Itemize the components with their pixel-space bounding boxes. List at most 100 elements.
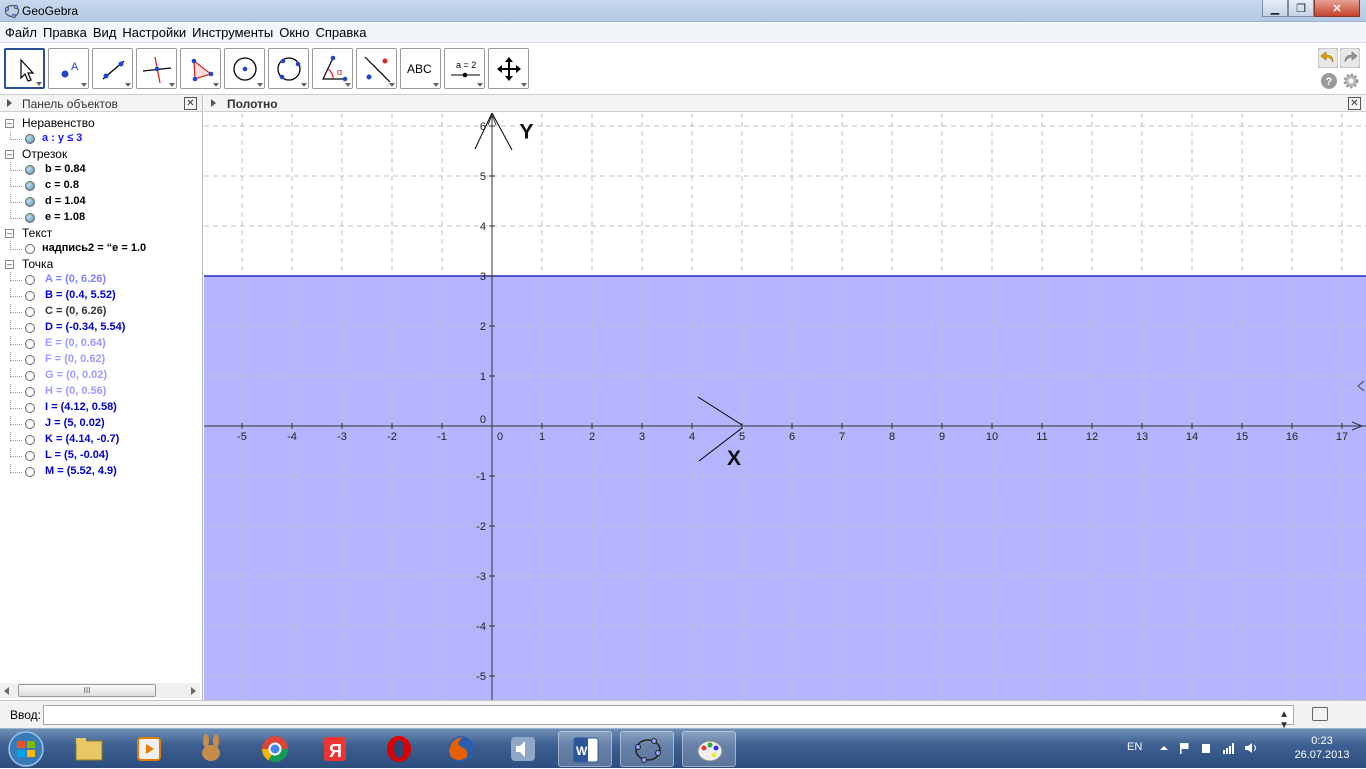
algebra-item[interactable]: B = (0.4, 5.52) [0, 288, 200, 304]
algebra-item[interactable]: L = (5, -0.04) [0, 448, 200, 464]
visibility-toggle-icon[interactable] [25, 165, 35, 175]
menu-view[interactable]: Вид [90, 25, 120, 40]
algebra-item[interactable]: C = (0, 6.26) [0, 304, 200, 320]
visibility-toggle-icon[interactable] [25, 387, 35, 397]
taskbar-rabbit-app[interactable] [184, 731, 238, 767]
volume-icon[interactable] [1244, 742, 1256, 754]
algebra-item[interactable]: d = 1.04 [0, 194, 200, 210]
taskbar-media-player[interactable] [122, 731, 176, 767]
algebra-item[interactable]: a : y ≤ 3 [0, 131, 200, 147]
algebra-item[interactable]: J = (5, 0.02) [0, 416, 200, 432]
show-hidden-icons-icon[interactable] [1158, 742, 1170, 754]
algebra-item[interactable]: b = 0.84 [0, 162, 200, 178]
taskbar-chrome[interactable] [248, 731, 302, 767]
visibility-toggle-icon[interactable] [25, 213, 35, 223]
algebra-item[interactable]: I = (4.12, 0.58) [0, 400, 200, 416]
taskbar-paint[interactable] [682, 731, 736, 767]
taskbar-firefox[interactable] [434, 731, 488, 767]
reflect-tool-button[interactable] [356, 48, 397, 89]
slider-tool-button[interactable]: a = 2 [444, 48, 485, 89]
collapse-arrow-icon[interactable] [7, 99, 12, 107]
algebra-item[interactable]: M = (5.52, 4.9) [0, 464, 200, 480]
visibility-toggle-icon[interactable] [25, 371, 35, 381]
visibility-toggle-icon[interactable] [25, 197, 35, 207]
category-header[interactable]: – Текст [0, 225, 200, 241]
algebra-item[interactable]: A = (0, 6.26) [0, 272, 200, 288]
move-view-tool-button[interactable] [488, 48, 529, 89]
visibility-toggle-icon[interactable] [25, 275, 35, 285]
graphics-canvas[interactable]: -5 -4 -3 -2 -1 0 1 2 3 4 5 6 7 8 9 10 11 12 13 14 15 16 176543… [204, 113, 1366, 700]
network-signal-icon[interactable] [1222, 742, 1234, 754]
taskbar-volume-app[interactable] [496, 731, 550, 767]
scroll-left-icon[interactable] [4, 687, 9, 695]
clock[interactable]: 0:23 26.07.2013 [1292, 735, 1352, 761]
undo-icon[interactable] [1318, 48, 1338, 68]
action-center-flag-icon[interactable] [1178, 742, 1190, 754]
algebra-item[interactable]: D = (-0.34, 5.54) [0, 320, 200, 336]
maximize-button[interactable]: ❐ [1288, 0, 1314, 17]
visibility-toggle-icon[interactable] [25, 467, 35, 477]
line-tool-button[interactable] [92, 48, 133, 89]
visibility-toggle-icon[interactable] [25, 181, 35, 191]
algebra-item[interactable]: надпись2 = “e = 1.0 [0, 241, 200, 257]
menu-help[interactable]: Справка [312, 25, 369, 40]
taskbar-explorer[interactable] [62, 731, 116, 767]
visibility-toggle-icon[interactable] [25, 323, 35, 333]
input-field[interactable]: ▲ ▼ [43, 705, 1294, 731]
collapse-minus-icon[interactable]: – [5, 150, 14, 159]
menu-edit[interactable]: Правка [40, 25, 90, 40]
move-tool-button[interactable] [4, 48, 45, 89]
visibility-toggle-icon[interactable] [25, 244, 35, 254]
perpendicular-tool-button[interactable] [136, 48, 177, 89]
device-icon[interactable] [1200, 742, 1212, 754]
visibility-toggle-icon[interactable] [25, 291, 35, 301]
visibility-toggle-icon[interactable] [25, 419, 35, 429]
horizontal-scrollbar[interactable]: III [0, 683, 200, 698]
visibility-toggle-icon[interactable] [25, 403, 35, 413]
circle-three-points-tool-button[interactable] [268, 48, 309, 89]
scroll-right-icon[interactable] [191, 687, 196, 695]
algebra-item[interactable]: G = (0, 0.02) [0, 368, 200, 384]
category-header[interactable]: – Неравенство [0, 115, 200, 131]
collapse-minus-icon[interactable]: – [5, 260, 14, 269]
settings-gear-icon[interactable] [1342, 72, 1362, 92]
visibility-toggle-icon[interactable] [25, 339, 35, 349]
algebra-item[interactable]: H = (0, 0.56) [0, 384, 200, 400]
algebra-item[interactable]: e = 1.08 [0, 210, 200, 226]
redo-icon[interactable] [1340, 48, 1360, 68]
minimize-button[interactable]: ▁ [1262, 0, 1288, 17]
close-panel-icon[interactable]: ✕ [184, 97, 197, 110]
algebra-item[interactable]: F = (0, 0.62) [0, 352, 200, 368]
visibility-toggle-icon[interactable] [25, 355, 35, 365]
circle-tool-button[interactable] [224, 48, 265, 89]
visibility-toggle-icon[interactable] [25, 435, 35, 445]
visibility-toggle-icon[interactable] [25, 451, 35, 461]
point-tool-button[interactable]: A [48, 48, 89, 89]
algebra-item[interactable]: c = 0.8 [0, 178, 200, 194]
visibility-toggle-icon[interactable] [25, 134, 35, 144]
menu-file[interactable]: Файл [2, 25, 40, 40]
help-icon[interactable]: ? [1320, 72, 1340, 92]
menu-tools[interactable]: Инструменты [189, 25, 276, 40]
polygon-tool-button[interactable] [180, 48, 221, 89]
collapse-minus-icon[interactable]: – [5, 229, 14, 238]
menu-settings[interactable]: Настройки [119, 25, 189, 40]
text-tool-button[interactable]: ABC [400, 48, 441, 89]
start-button-icon[interactable] [4, 730, 48, 768]
menu-window[interactable]: Окно [276, 25, 312, 40]
visibility-toggle-icon[interactable] [25, 307, 35, 317]
collapse-arrow-icon[interactable] [211, 99, 216, 107]
scroll-thumb[interactable]: III [18, 684, 156, 697]
taskbar-geogebra[interactable] [620, 731, 674, 767]
language-indicator[interactable]: EN [1127, 741, 1142, 753]
taskbar-opera[interactable] [372, 731, 426, 767]
category-header[interactable]: – Точка [0, 256, 200, 272]
taskbar-word[interactable]: W [558, 731, 612, 767]
algebra-item[interactable]: E = (0, 0.64) [0, 336, 200, 352]
virtual-keyboard-icon[interactable] [1312, 707, 1328, 721]
taskbar-yandex[interactable]: Я [308, 731, 362, 767]
window-title-bar[interactable]: GeoGebra ▁ ❐ ✕ [0, 0, 1366, 22]
close-graphics-icon[interactable]: ✕ [1348, 97, 1361, 110]
close-button[interactable]: ✕ [1314, 0, 1360, 17]
angle-tool-button[interactable]: α [312, 48, 353, 89]
